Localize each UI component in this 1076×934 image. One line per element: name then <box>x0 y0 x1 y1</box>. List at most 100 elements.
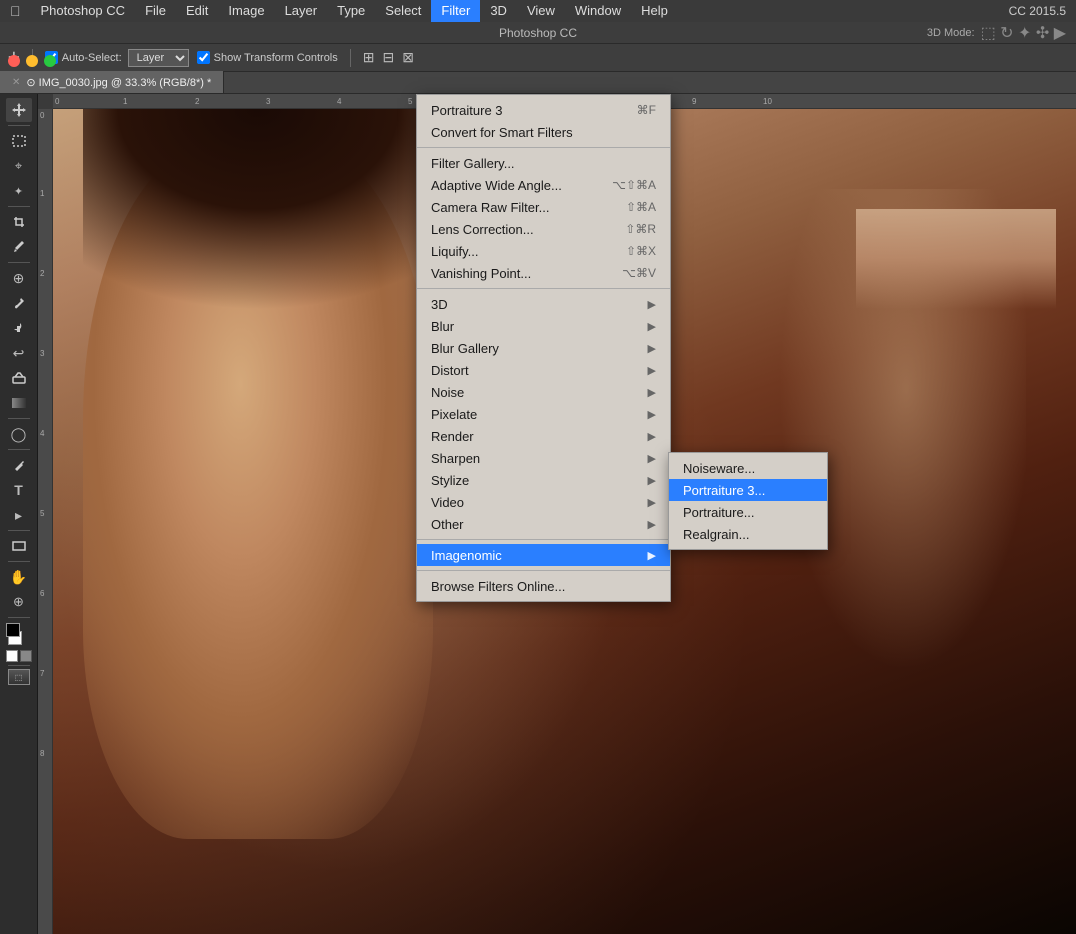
main-area: ⌖ ✦ ⊕ ↩ ◯ <box>0 94 1076 934</box>
toolbar-separator-8 <box>8 617 30 618</box>
filter-gallery[interactable]: Filter Gallery... <box>417 152 670 174</box>
options-bar: ✛ Auto-Select: Layer Group Show Transfor… <box>0 44 1076 72</box>
left-toolbar: ⌖ ✦ ⊕ ↩ ◯ <box>0 94 38 934</box>
file-tab[interactable]: ✕ ⊙ IMG_0030.jpg @ 33.3% (RGB/8*) * <box>0 71 224 93</box>
menu-photoshop-cc[interactable]: Photoshop CC <box>31 0 136 22</box>
shape-tool[interactable] <box>6 534 32 558</box>
filter-camera-raw[interactable]: Camera Raw Filter... ⇧⌘A <box>417 196 670 218</box>
quick-select-tool[interactable]: ✦ <box>6 179 32 203</box>
menu-sep-3 <box>417 539 670 540</box>
quick-mask-icon[interactable] <box>20 650 32 662</box>
filter-blur-gallery[interactable]: Blur Gallery ▶ <box>417 337 670 359</box>
menu-right-info: CC 2015.5 <box>1009 4 1076 18</box>
pen-tool[interactable] <box>6 453 32 477</box>
toolbar-separator-6 <box>8 530 30 531</box>
toolbar-separator-3 <box>8 262 30 263</box>
filter-browse-online[interactable]: Browse Filters Online... <box>417 575 670 597</box>
tab-close-icon[interactable]: ✕ <box>12 77 20 88</box>
history-tool[interactable]: ↩ <box>6 341 32 365</box>
filter-other[interactable]: Other ▶ <box>417 513 670 535</box>
heal-tool[interactable]: ⊕ <box>6 266 32 290</box>
menu-layer[interactable]: Layer <box>275 0 328 22</box>
menu-3d[interactable]: 3D <box>480 0 517 22</box>
minimize-button[interactable] <box>26 55 38 67</box>
menu-window[interactable]: Window <box>565 0 631 22</box>
menu-sep-1 <box>417 147 670 148</box>
menu-image[interactable]: Image <box>218 0 274 22</box>
menu-sep-4 <box>417 570 670 571</box>
eraser-tool[interactable] <box>6 366 32 390</box>
menu-select[interactable]: Select <box>375 0 431 22</box>
lasso-tool[interactable]: ⌖ <box>6 154 32 178</box>
hair-area <box>83 109 433 309</box>
align-icon-2[interactable]: ⊟ <box>383 49 395 66</box>
submenu-realgrain[interactable]: Realgrain... <box>669 523 827 545</box>
filter-portraiture3-pinned[interactable]: Portraiture 3 ⌘F <box>417 99 670 121</box>
menu-sep-2 <box>417 288 670 289</box>
filter-lens-correction[interactable]: Lens Correction... ⇧⌘R <box>417 218 670 240</box>
filter-imagenomic[interactable]: Imagenomic ▶ <box>417 544 670 566</box>
auto-select-checkbox[interactable]: Auto-Select: Layer Group <box>45 49 189 67</box>
align-icon-1[interactable]: ⊞ <box>363 49 375 66</box>
window-title: Photoshop CC <box>499 26 577 40</box>
toolbar-separator-2 <box>8 206 30 207</box>
menu-bar:  Photoshop CC File Edit Image Layer Typ… <box>0 0 1076 22</box>
apple-logo-icon[interactable]:  <box>0 3 31 19</box>
menu-file[interactable]: File <box>135 0 176 22</box>
menu-type[interactable]: Type <box>327 0 375 22</box>
toolbar-separator-9 <box>8 665 30 666</box>
crop-tool[interactable] <box>6 210 32 234</box>
filter-noise[interactable]: Noise ▶ <box>417 381 670 403</box>
screen-mode-button[interactable]: ⬚ <box>8 669 30 685</box>
filter-menu: Portraiture 3 ⌘F Convert for Smart Filte… <box>416 94 671 602</box>
filter-stylize[interactable]: Stylize ▶ <box>417 469 670 491</box>
marquee-tool[interactable] <box>6 129 32 153</box>
eyedropper-tool[interactable] <box>6 235 32 259</box>
title-bar-right: 3D Mode: ⬚ ↻ ✦ ✣ ▶ <box>927 23 1066 43</box>
quick-mask-area <box>6 650 32 662</box>
menu-help[interactable]: Help <box>631 0 678 22</box>
imagenomic-submenu: Noiseware... Portraiture 3... Portraitur… <box>668 452 828 550</box>
title-bar: Photoshop CC 3D Mode: ⬚ ↻ ✦ ✣ ▶ <box>0 22 1076 44</box>
toolbar-separator-4 <box>8 418 30 419</box>
menu-view[interactable]: View <box>517 0 565 22</box>
filter-pixelate[interactable]: Pixelate ▶ <box>417 403 670 425</box>
hand-tool[interactable]: ✋ <box>6 565 32 589</box>
menu-edit[interactable]: Edit <box>176 0 218 22</box>
align-icon-3[interactable]: ⊠ <box>402 49 414 66</box>
tab-bar: ✕ ⊙ IMG_0030.jpg @ 33.3% (RGB/8*) * <box>0 72 1076 94</box>
filter-render[interactable]: Render ▶ <box>417 425 670 447</box>
traffic-lights <box>8 55 56 67</box>
filter-sharpen[interactable]: Sharpen ▶ <box>417 447 670 469</box>
gradient-tool[interactable] <box>6 391 32 415</box>
foreground-color-swatch[interactable] <box>6 623 20 637</box>
filter-video[interactable]: Video ▶ <box>417 491 670 513</box>
standard-mode-icon[interactable] <box>6 650 18 662</box>
auto-select-dropdown[interactable]: Layer Group <box>128 49 189 67</box>
clone-tool[interactable] <box>6 316 32 340</box>
filter-blur[interactable]: Blur ▶ <box>417 315 670 337</box>
toolbar-separator-5 <box>8 449 30 450</box>
move-tool[interactable] <box>6 98 32 122</box>
text-tool[interactable]: T <box>6 478 32 502</box>
dodge-tool[interactable]: ◯ <box>6 422 32 446</box>
close-button[interactable] <box>8 55 20 67</box>
zoom-tool[interactable]: ⊕ <box>6 590 32 614</box>
menu-filter[interactable]: Filter <box>431 0 480 22</box>
path-select-tool[interactable]: ▸ <box>6 503 32 527</box>
filter-3d[interactable]: 3D ▶ <box>417 293 670 315</box>
filter-adaptive-wide[interactable]: Adaptive Wide Angle... ⌥⇧⌘A <box>417 174 670 196</box>
ruler-corner <box>38 94 53 109</box>
filter-liquify[interactable]: Liquify... ⇧⌘X <box>417 240 670 262</box>
toolbar-separator-1 <box>8 125 30 126</box>
submenu-noiseware[interactable]: Noiseware... <box>669 457 827 479</box>
show-transform-checkbox[interactable]: Show Transform Controls <box>197 51 338 64</box>
submenu-portraiture[interactable]: Portraiture... <box>669 501 827 523</box>
filter-convert-smart[interactable]: Convert for Smart Filters <box>417 121 670 143</box>
color-swatch[interactable] <box>6 623 32 645</box>
brush-tool[interactable] <box>6 291 32 315</box>
filter-distort[interactable]: Distort ▶ <box>417 359 670 381</box>
filter-vanishing-point[interactable]: Vanishing Point... ⌥⌘V <box>417 262 670 284</box>
submenu-portraiture3[interactable]: Portraiture 3... <box>669 479 827 501</box>
maximize-button[interactable] <box>44 55 56 67</box>
